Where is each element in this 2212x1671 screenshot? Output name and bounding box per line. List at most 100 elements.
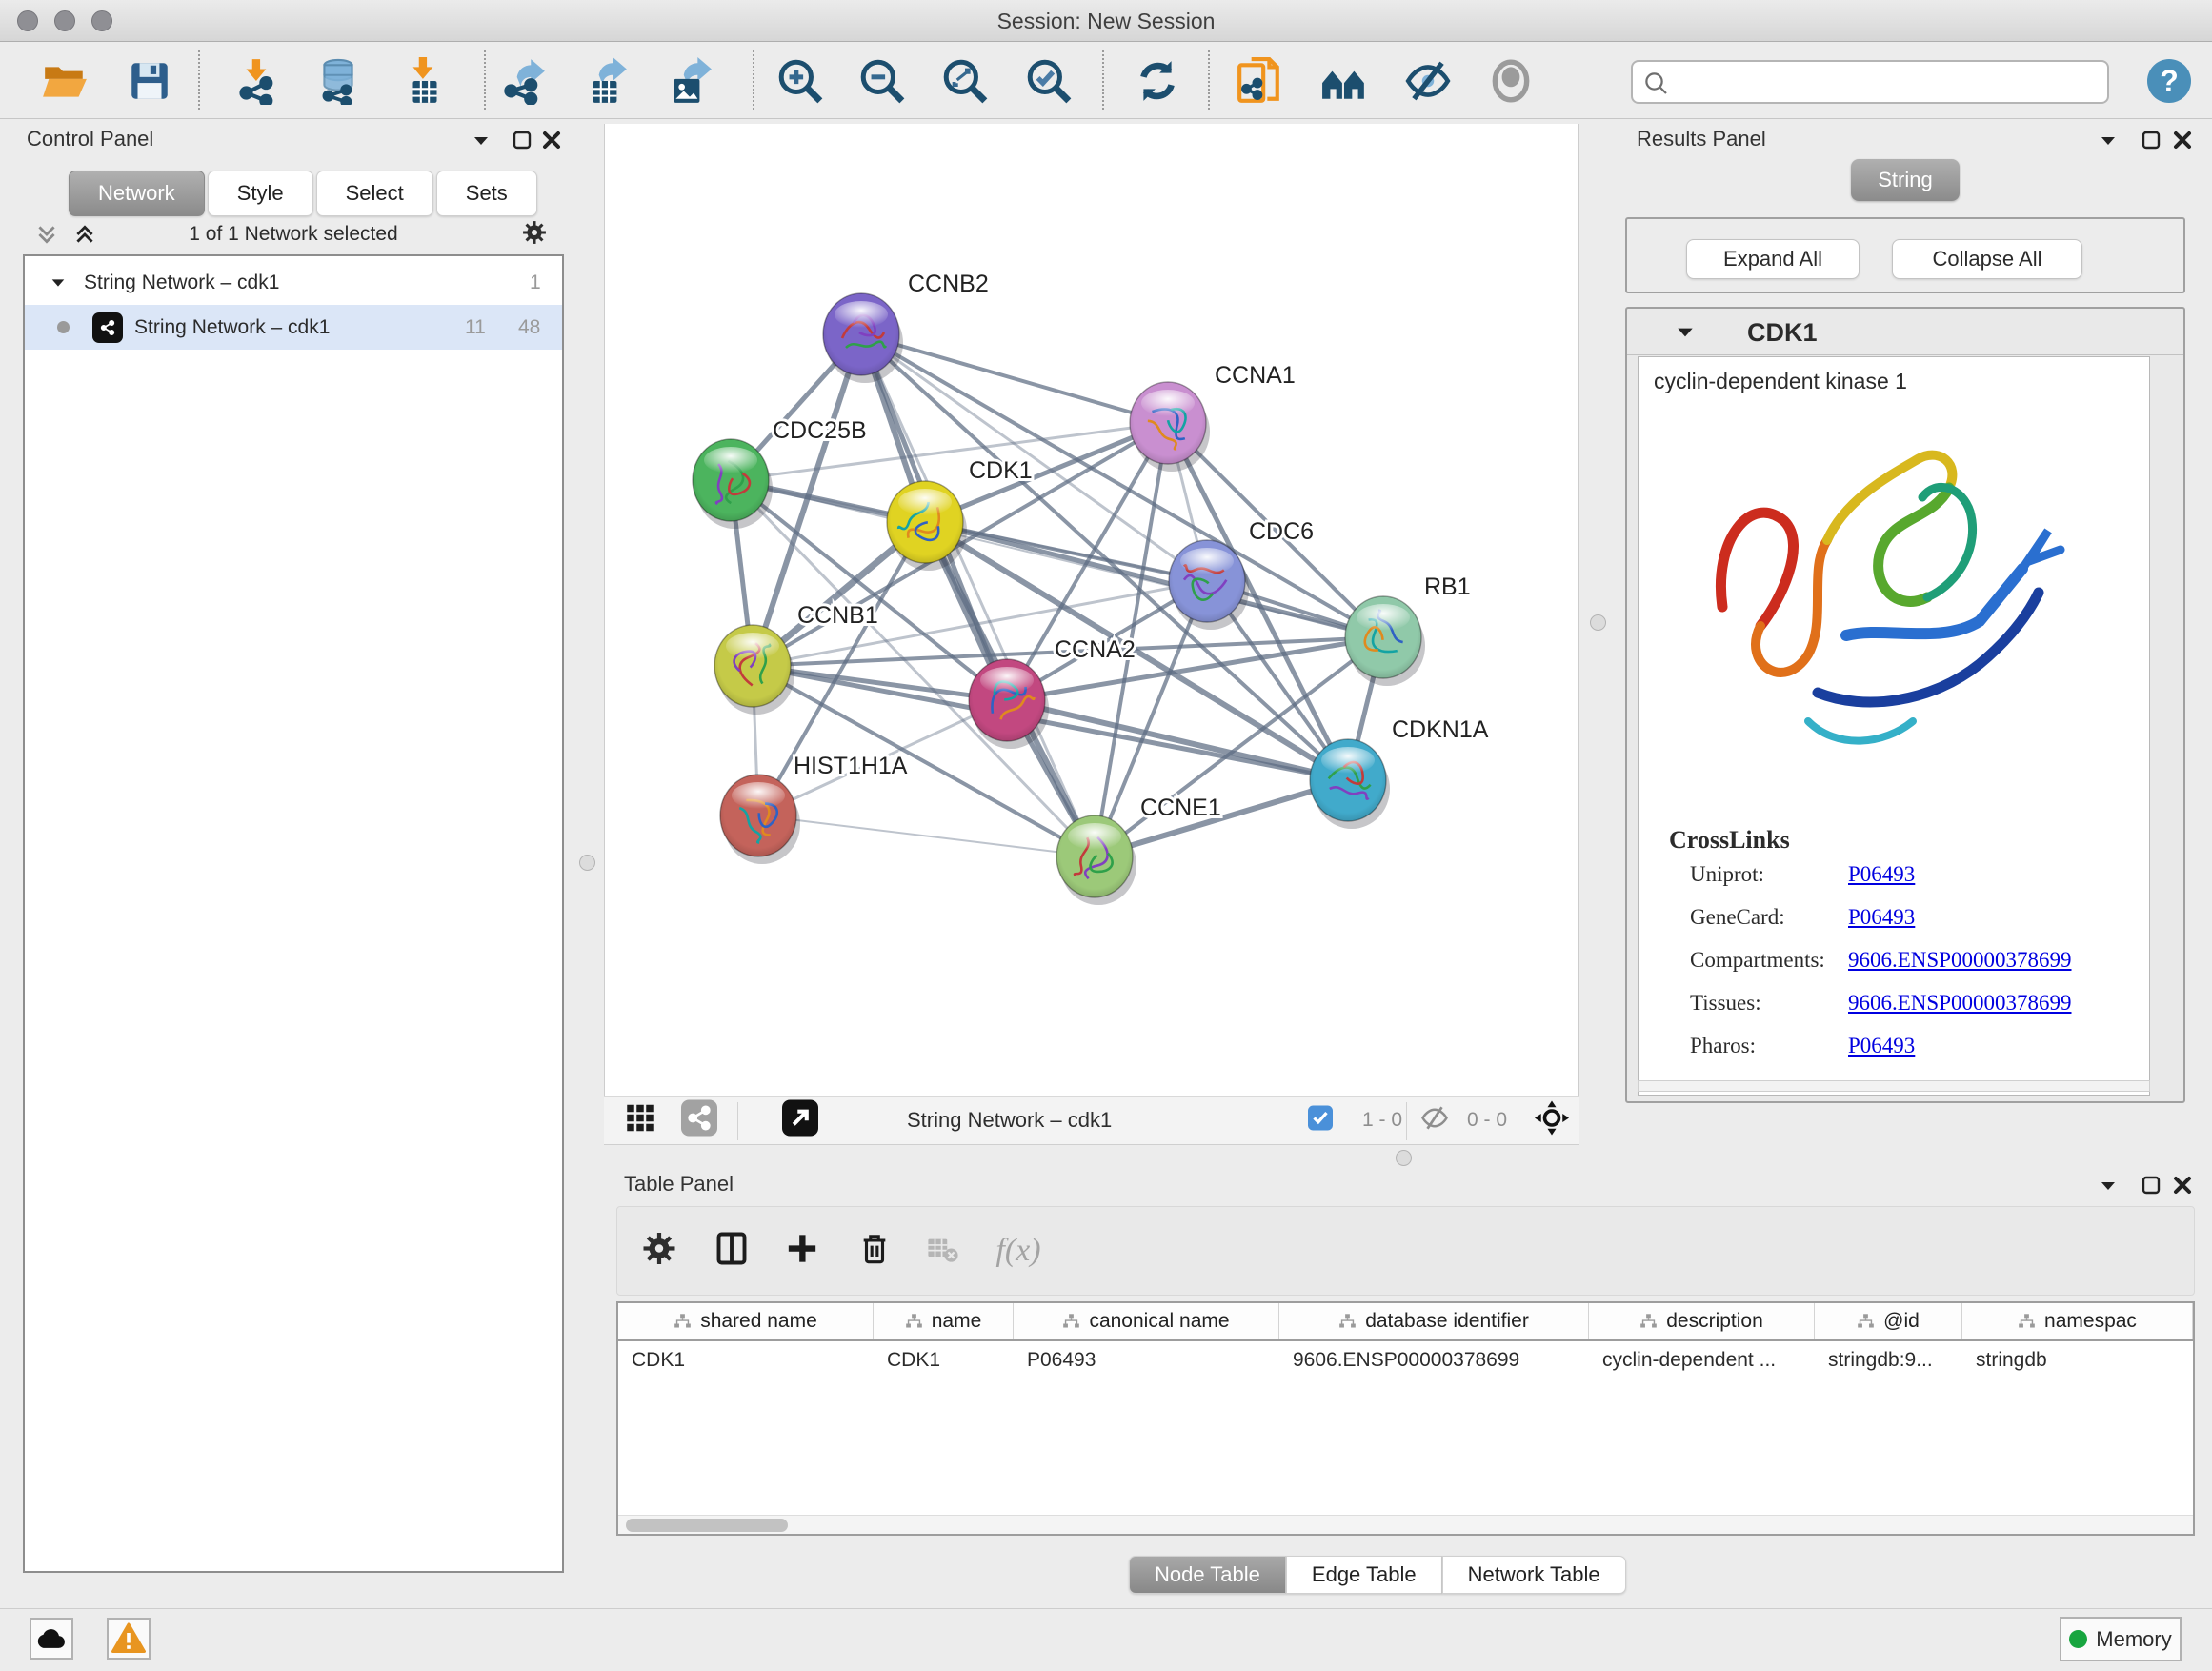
zoom-selected-icon[interactable] bbox=[1024, 56, 1074, 106]
protein-expander-icon[interactable] bbox=[1673, 320, 1698, 345]
tab-sets[interactable]: Sets bbox=[436, 171, 537, 216]
control-panel-collapse-icon[interactable] bbox=[469, 129, 493, 153]
table-cell[interactable]: cyclin-dependent ... bbox=[1589, 1341, 1815, 1379]
selected-checkbox-icon[interactable] bbox=[1308, 1106, 1333, 1136]
table-hscrollbar-thumb[interactable] bbox=[626, 1519, 788, 1532]
network-graph[interactable]: CCNB2CCNA1CDC25BCDK1CDC6RB1CCNB1CCNA2CDK… bbox=[605, 124, 1579, 1096]
birds-eye-view-icon[interactable] bbox=[1535, 1101, 1569, 1140]
table-cell[interactable]: CDK1 bbox=[874, 1341, 1014, 1379]
network-canvas[interactable]: CCNB2CCNA1CDC25BCDK1CDC6RB1CCNB1CCNA2CDK… bbox=[604, 124, 1579, 1096]
protein-section-header[interactable]: CDK1 bbox=[1627, 309, 2183, 355]
column-header--id[interactable]: @id bbox=[1815, 1303, 1962, 1339]
tab-edge-table[interactable]: Edge Table bbox=[1286, 1556, 1442, 1594]
memory-button[interactable]: Memory bbox=[2060, 1617, 2182, 1661]
tab-network[interactable]: Network bbox=[69, 171, 205, 216]
help-button[interactable]: ? bbox=[2147, 59, 2191, 103]
hide-selection-icon[interactable] bbox=[1403, 56, 1453, 106]
cloud-button[interactable] bbox=[30, 1618, 73, 1660]
network-edge[interactable] bbox=[1095, 780, 1348, 856]
hidden-eye-icon[interactable] bbox=[1420, 1104, 1449, 1137]
left-splitter-handle[interactable] bbox=[579, 855, 595, 871]
column-header-name[interactable]: name bbox=[874, 1303, 1014, 1339]
table-cell[interactable]: CDK1 bbox=[618, 1341, 874, 1379]
network-options-gear-icon[interactable] bbox=[522, 220, 547, 245]
table-panel-close-icon[interactable] bbox=[2170, 1173, 2195, 1198]
results-panel-collapse-icon[interactable] bbox=[2096, 129, 2121, 153]
export-table-icon[interactable] bbox=[582, 56, 632, 106]
control-panel-close-icon[interactable] bbox=[539, 128, 564, 152]
right-splitter-handle[interactable] bbox=[1590, 614, 1606, 631]
results-panel-float-icon[interactable] bbox=[2139, 128, 2163, 152]
import-network-from-database-icon[interactable] bbox=[313, 56, 363, 106]
export-image-icon[interactable] bbox=[665, 56, 714, 106]
network-share-icon[interactable] bbox=[681, 1100, 717, 1141]
crosslink-link[interactable]: 9606.ENSP00000378699 bbox=[1848, 948, 2072, 973]
table-panel-collapse-icon[interactable] bbox=[2096, 1174, 2121, 1198]
table-cell[interactable]: stringdb bbox=[1962, 1341, 2193, 1379]
network-node-CCNE1[interactable] bbox=[1056, 815, 1136, 905]
function-builder-icon[interactable]: f(x) bbox=[995, 1233, 1040, 1269]
show-all-icon[interactable] bbox=[1486, 56, 1536, 106]
crosslink-link[interactable]: P06493 bbox=[1848, 862, 1915, 887]
open-in-window-icon[interactable] bbox=[782, 1100, 818, 1141]
import-network-icon[interactable] bbox=[233, 56, 283, 106]
clone-network-icon[interactable] bbox=[1235, 56, 1284, 106]
open-session-icon[interactable] bbox=[40, 56, 90, 106]
table-row[interactable]: CDK1CDK1P064939606.ENSP00000378699cyclin… bbox=[618, 1341, 2193, 1379]
tab-node-table[interactable]: Node Table bbox=[1129, 1556, 1286, 1594]
first-neighbors-icon[interactable] bbox=[1319, 56, 1369, 106]
bottom-splitter-handle[interactable] bbox=[1396, 1150, 1412, 1166]
column-header-description[interactable]: description bbox=[1589, 1303, 1815, 1339]
network-node-HIST1H1A[interactable] bbox=[720, 775, 800, 864]
network-node-CCNB2[interactable] bbox=[823, 293, 903, 383]
column-header-database-identifier[interactable]: database identifier bbox=[1279, 1303, 1589, 1339]
column-header-namespac[interactable]: namespac bbox=[1962, 1303, 2193, 1339]
tree-expander-icon[interactable] bbox=[48, 271, 69, 295]
warnings-button[interactable] bbox=[107, 1618, 151, 1660]
zoom-out-icon[interactable] bbox=[857, 56, 907, 106]
network-edge[interactable] bbox=[758, 815, 1095, 856]
save-session-icon[interactable] bbox=[125, 56, 174, 106]
table-panel-float-icon[interactable] bbox=[2139, 1173, 2163, 1198]
collapse-all-button[interactable]: Collapse All bbox=[1892, 239, 2082, 279]
table-cell[interactable]: 9606.ENSP00000378699 bbox=[1279, 1341, 1589, 1379]
network-collection-row[interactable]: String Network – cdk1 1 bbox=[25, 260, 562, 305]
tab-select[interactable]: Select bbox=[316, 171, 433, 216]
column-header-canonical-name[interactable]: canonical name bbox=[1014, 1303, 1279, 1339]
export-network-icon[interactable] bbox=[500, 56, 550, 106]
tab-network-table[interactable]: Network Table bbox=[1442, 1556, 1626, 1594]
search-input[interactable] bbox=[1680, 64, 2100, 100]
show-columns-icon[interactable] bbox=[714, 1232, 749, 1271]
network-node-CDK1[interactable] bbox=[887, 481, 967, 571]
table-hscrollbar[interactable] bbox=[618, 1515, 2193, 1534]
grid-view-icon[interactable] bbox=[626, 1104, 654, 1137]
crosslink-link[interactable]: 9606.ENSP00000378699 bbox=[1848, 991, 2072, 1016]
crosslink-link[interactable]: P06493 bbox=[1848, 1034, 1915, 1058]
control-panel-float-icon[interactable] bbox=[510, 128, 534, 152]
import-table-icon[interactable] bbox=[400, 56, 450, 106]
results-panel-close-icon[interactable] bbox=[2170, 128, 2195, 152]
tab-string[interactable]: String bbox=[1851, 159, 1960, 201]
network-node-CDKN1A[interactable] bbox=[1310, 739, 1390, 829]
network-node-CCNA1[interactable] bbox=[1130, 382, 1210, 472]
zoom-fit-icon[interactable] bbox=[940, 56, 990, 106]
results-scroll-strip[interactable] bbox=[1638, 1080, 2150, 1092]
table-cell[interactable]: P06493 bbox=[1014, 1341, 1279, 1379]
network-node-RB1[interactable] bbox=[1345, 596, 1425, 686]
refresh-icon[interactable] bbox=[1133, 56, 1182, 106]
network-row-selected[interactable]: String Network – cdk1 11 48 bbox=[25, 305, 562, 350]
zoom-in-icon[interactable] bbox=[775, 56, 825, 106]
search-field[interactable] bbox=[1631, 60, 2109, 104]
crosslink-link[interactable]: P06493 bbox=[1848, 905, 1915, 930]
create-column-icon[interactable] bbox=[786, 1233, 818, 1270]
network-node-CDC25B[interactable] bbox=[693, 439, 773, 529]
column-header-shared-name[interactable]: shared name bbox=[618, 1303, 874, 1339]
network-edge[interactable] bbox=[1007, 700, 1348, 780]
table-cell[interactable]: stringdb:9... bbox=[1815, 1341, 1962, 1379]
tab-style[interactable]: Style bbox=[208, 171, 313, 216]
table-gear-icon[interactable] bbox=[642, 1232, 676, 1271]
network-node-CCNA2[interactable] bbox=[969, 659, 1049, 749]
expand-all-button[interactable]: Expand All bbox=[1686, 239, 1860, 279]
delete-column-trash-icon[interactable] bbox=[858, 1233, 891, 1270]
delete-table-icon[interactable] bbox=[927, 1233, 959, 1270]
